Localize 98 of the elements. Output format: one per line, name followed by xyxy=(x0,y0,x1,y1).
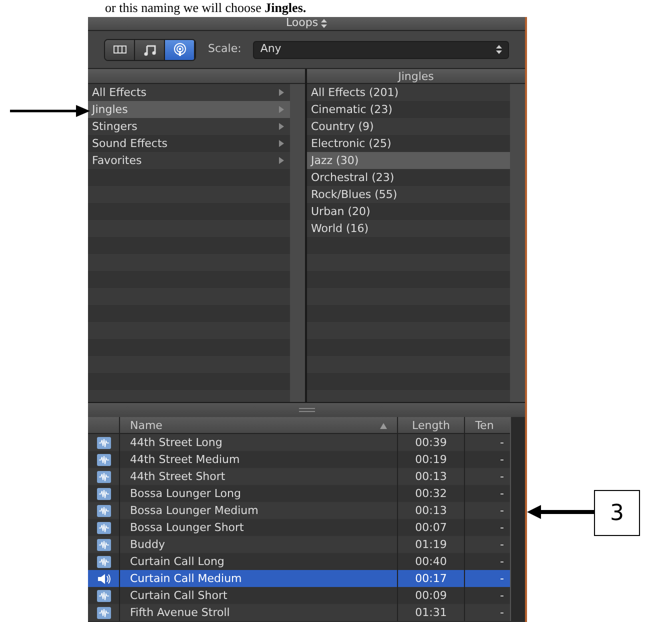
loop-length: 00:09 xyxy=(415,589,447,602)
waveform-icon xyxy=(96,504,110,516)
loop-row[interactable]: Fifth Avenue Stroll 01:31 - xyxy=(88,604,510,621)
scrollbar[interactable] xyxy=(510,84,525,402)
loop-length: 01:19 xyxy=(415,538,447,551)
subcategory-item[interactable]: World (16) xyxy=(307,220,510,237)
loop-length: 00:40 xyxy=(415,555,447,568)
updown-icon xyxy=(496,45,502,54)
sort-arrow-icon xyxy=(380,423,387,429)
subcategory-item[interactable]: Orchestral (23) xyxy=(307,169,510,186)
submenu-arrow-icon xyxy=(279,106,284,113)
loop-row[interactable]: Buddy 01:19 - xyxy=(88,536,510,553)
loop-name: Fifth Avenue Stroll xyxy=(130,605,230,621)
category-item[interactable]: Sound Effects xyxy=(88,135,290,152)
waveform-icon xyxy=(96,454,110,466)
speaker-icon xyxy=(96,572,110,584)
loop-row[interactable]: Bossa Lounger Medium 00:13 - xyxy=(88,502,510,519)
loop-row[interactable]: Curtain Call Long 00:40 - xyxy=(88,553,510,570)
loop-name: Bossa Lounger Medium xyxy=(130,503,258,519)
waveform-icon xyxy=(96,590,110,602)
loop-length: 00:07 xyxy=(415,521,447,534)
waveform-icon xyxy=(96,606,110,618)
loop-tempo: - xyxy=(500,555,504,568)
category-item[interactable]: Jingles xyxy=(88,101,290,118)
loop-tempo: - xyxy=(500,572,504,585)
subcategory-item[interactable]: All Effects (201) xyxy=(307,84,510,101)
loop-tempo: - xyxy=(500,436,504,449)
loop-name: 44th Street Long xyxy=(130,435,222,451)
waveform-icon xyxy=(96,522,110,534)
waveform-icon xyxy=(96,556,110,568)
category-item[interactable]: All Effects xyxy=(88,84,290,101)
waveform-icon xyxy=(96,436,110,448)
loop-length: 00:19 xyxy=(415,453,447,466)
loop-length: 00:17 xyxy=(415,572,447,585)
loop-row[interactable]: Curtain Call Medium 00:17 - xyxy=(88,570,510,587)
loop-name: Curtain Call Short xyxy=(130,588,228,604)
loop-tempo: - xyxy=(500,606,504,619)
updown-icon[interactable] xyxy=(321,19,328,28)
subcategory-item[interactable]: Cinematic (23) xyxy=(307,101,510,118)
panel-title[interactable]: Loops xyxy=(286,15,318,32)
subcategory-item[interactable]: Rock/Blues (55) xyxy=(307,186,510,203)
subcategory-item[interactable]: Jazz (30) xyxy=(307,152,510,169)
callout-number: 3 xyxy=(594,490,640,536)
subcategory-item[interactable]: Country (9) xyxy=(307,118,510,135)
pointer-arrow xyxy=(527,505,595,519)
loop-length: 00:32 xyxy=(415,487,447,500)
column-header: Jingles xyxy=(307,69,525,84)
category-item[interactable]: Stingers xyxy=(88,118,290,135)
submenu-arrow-icon xyxy=(279,89,284,96)
loop-tempo: - xyxy=(500,589,504,602)
view-button[interactable] xyxy=(165,40,195,60)
scale-select[interactable]: Any xyxy=(253,40,509,58)
column-header[interactable]: Name xyxy=(130,417,162,433)
loop-name: 44th Street Medium xyxy=(130,452,240,468)
submenu-arrow-icon xyxy=(279,140,284,147)
loop-length: 00:13 xyxy=(415,504,447,517)
loop-length: 01:31 xyxy=(415,606,447,619)
loop-name: 44th Street Short xyxy=(130,469,226,485)
loop-length: 00:39 xyxy=(415,436,447,449)
loop-name: Bossa Lounger Long xyxy=(130,486,241,502)
subcategory-item[interactable]: Urban (20) xyxy=(307,203,510,220)
loop-tempo: - xyxy=(500,470,504,483)
loop-name: Curtain Call Long xyxy=(130,554,224,570)
scrollbar[interactable] xyxy=(510,417,525,621)
waveform-icon xyxy=(96,538,110,550)
subcategory-item[interactable]: Electronic (25) xyxy=(307,135,510,152)
loop-row[interactable]: Curtain Call Short 00:09 - xyxy=(88,587,510,604)
loop-tempo: - xyxy=(500,521,504,534)
loop-tempo: - xyxy=(500,453,504,466)
splitter-handle[interactable] xyxy=(88,403,525,417)
music-note-icon xyxy=(142,42,156,56)
view-button[interactable] xyxy=(135,40,165,60)
loop-tempo: - xyxy=(500,487,504,500)
loop-tempo: - xyxy=(500,538,504,551)
view-switcher[interactable] xyxy=(104,38,196,60)
loop-name: Buddy xyxy=(130,537,165,553)
broadcast-icon xyxy=(172,42,186,56)
loop-row[interactable]: 44th Street Long 00:39 - xyxy=(88,434,510,451)
column-header[interactable]: Length xyxy=(398,417,465,433)
waveform-icon xyxy=(96,488,110,500)
loop-row[interactable]: 44th Street Medium 00:19 - xyxy=(88,451,510,468)
scale-label: Scale: xyxy=(208,41,242,58)
loop-length: 00:13 xyxy=(415,470,447,483)
submenu-arrow-icon xyxy=(279,157,284,164)
loop-row[interactable]: Bossa Lounger Long 00:32 - xyxy=(88,485,510,502)
category-item[interactable]: Favorites xyxy=(88,152,290,169)
scrollbar[interactable] xyxy=(290,84,305,402)
waveform-icon xyxy=(96,470,110,482)
submenu-arrow-icon xyxy=(279,123,284,130)
loop-name: Bossa Lounger Short xyxy=(130,520,244,536)
view-button[interactable] xyxy=(105,40,135,60)
loop-row[interactable]: Bossa Lounger Short 00:07 - xyxy=(88,519,510,536)
columns-icon xyxy=(112,42,126,56)
caption-text: or this naming we will choose Jingles. xyxy=(105,0,306,15)
loop-name: Curtain Call Medium xyxy=(130,571,242,587)
column-header[interactable]: Ten xyxy=(465,417,508,433)
loop-row[interactable]: 44th Street Short 00:13 - xyxy=(88,468,510,485)
loop-tempo: - xyxy=(500,504,504,517)
